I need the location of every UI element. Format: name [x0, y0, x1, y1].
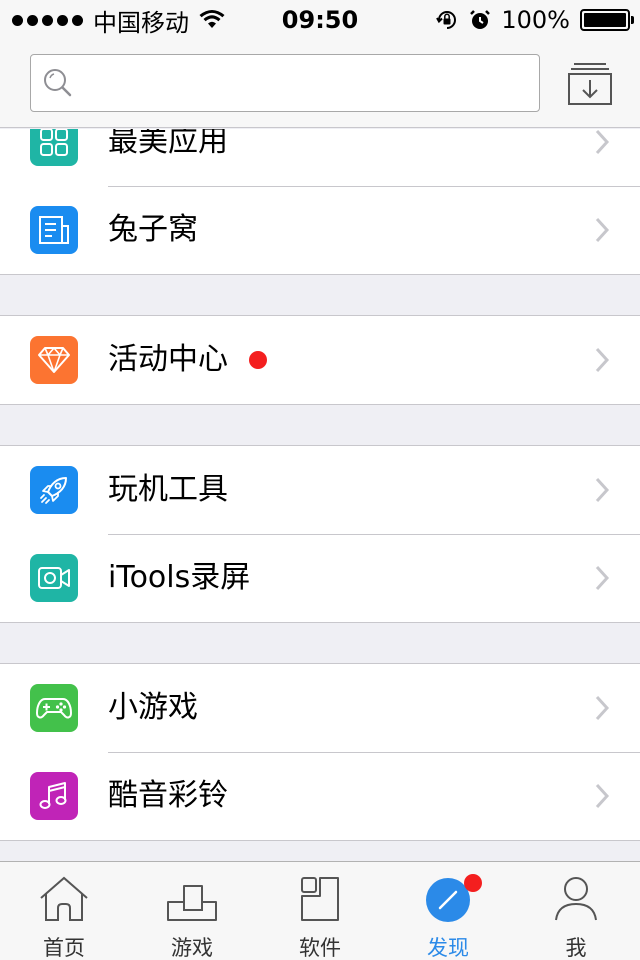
user-icon	[555, 877, 597, 921]
chevron-right-icon	[595, 347, 610, 373]
battery-percent: 100%	[501, 6, 570, 34]
search-box[interactable]	[30, 54, 540, 112]
chevron-right-icon	[595, 783, 610, 809]
rocket-icon	[30, 466, 78, 514]
notification-badge	[464, 874, 482, 892]
list-item-label: 兔子窝	[108, 212, 198, 247]
search-header	[0, 40, 640, 128]
chevron-right-icon	[595, 129, 610, 155]
tab-games[interactable]: 游戏	[128, 862, 256, 960]
list-item-label: 活动中心	[108, 342, 228, 377]
search-icon	[44, 69, 72, 97]
tab-label: 发现	[427, 936, 469, 960]
alarm-icon	[470, 10, 491, 29]
tetris-icon	[167, 885, 217, 921]
tab-discover[interactable]: 发现	[384, 862, 512, 960]
list-item-label: 小游戏	[108, 690, 198, 725]
status-bar: 中国移动 09:50 100%	[0, 0, 640, 40]
list-item-label: 酷音彩铃	[108, 778, 228, 813]
tab-label: 软件	[299, 936, 341, 960]
list-item-mini-games[interactable]: 小游戏	[0, 664, 640, 752]
tab-bar: 首页 游戏 软件 发现 我	[0, 861, 640, 960]
group-spacer	[0, 405, 640, 445]
group-spacer	[0, 841, 640, 861]
list-item-ringtones[interactable]: 酷音彩铃	[0, 752, 640, 840]
battery-icon	[580, 9, 634, 31]
apps-icon	[301, 877, 339, 921]
download-tray-icon[interactable]	[566, 60, 614, 108]
status-right: 100%	[435, 0, 634, 40]
rotation-lock-icon	[436, 11, 457, 29]
search-input[interactable]	[81, 63, 539, 103]
tab-label: 我	[565, 936, 587, 960]
screen: 中国移动 09:50 100% 最美应用 兔子窝 活动中心 玩机工具 iTool…	[0, 0, 640, 960]
list-item-rabbit-den[interactable]: 兔子窝	[0, 186, 640, 274]
list-item-phone-tools[interactable]: 玩机工具	[0, 446, 640, 534]
chevron-right-icon	[595, 477, 610, 503]
list-item-itools-recorder[interactable]: iTools录屏	[0, 534, 640, 622]
list-item-label: 最美应用	[108, 129, 228, 159]
grid-icon	[30, 129, 78, 166]
chevron-right-icon	[595, 695, 610, 721]
notification-badge	[249, 351, 267, 369]
chevron-right-icon	[595, 565, 610, 591]
document-icon	[30, 206, 78, 254]
list-group-2: 活动中心	[0, 315, 640, 405]
diamond-icon	[30, 336, 78, 384]
list-item-label: iTools录屏	[108, 560, 251, 595]
list-item-activity-center[interactable]: 活动中心	[0, 316, 640, 404]
tab-label: 首页	[43, 936, 85, 960]
group-spacer	[0, 275, 640, 315]
tab-label: 游戏	[171, 936, 213, 960]
list-item-label: 玩机工具	[108, 472, 228, 507]
chevron-right-icon	[595, 217, 610, 243]
battery-fill	[584, 13, 626, 27]
list-group-1: 最美应用 兔子窝	[0, 129, 640, 275]
home-icon	[40, 876, 88, 921]
discover-list: 最美应用 兔子窝 活动中心 玩机工具 iTools录屏 小游戏 酷音彩铃	[0, 129, 640, 861]
tab-me[interactable]: 我	[512, 862, 640, 960]
music-note-icon	[30, 772, 78, 820]
list-group-4: 小游戏 酷音彩铃	[0, 663, 640, 841]
group-spacer	[0, 623, 640, 663]
list-item-best-apps[interactable]: 最美应用	[0, 129, 640, 186]
tab-software[interactable]: 软件	[256, 862, 384, 960]
gamepad-icon	[30, 684, 78, 732]
video-camera-icon	[30, 554, 78, 602]
list-group-3: 玩机工具 iTools录屏	[0, 445, 640, 623]
tab-home[interactable]: 首页	[0, 862, 128, 960]
